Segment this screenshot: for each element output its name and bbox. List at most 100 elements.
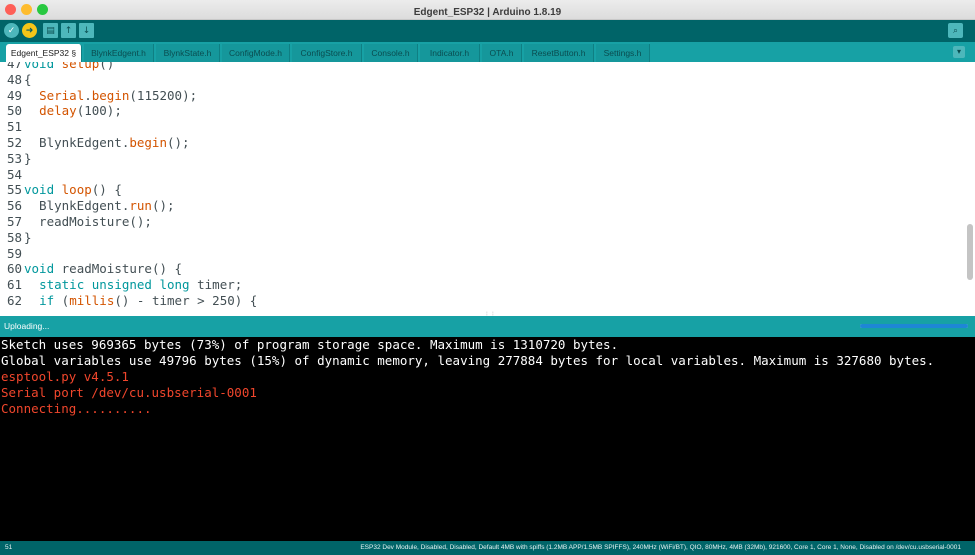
code-line[interactable]: 61 static unsigned long timer;: [0, 277, 960, 293]
verify-button[interactable]: ✓: [4, 23, 19, 38]
line-number: 53: [6, 150, 22, 166]
tab-resetbutton[interactable]: ResetButton.h: [524, 44, 594, 62]
code-token: () - timer > 250) {: [114, 292, 258, 308]
code-token: {: [24, 71, 32, 87]
status-bar: Uploading...: [0, 316, 975, 337]
cursor-line-number: 51: [5, 544, 13, 551]
line-number: 58: [6, 229, 22, 245]
new-sketch-button[interactable]: ▤: [43, 23, 58, 38]
code-line[interactable]: 49 Serial.begin(115200);: [0, 88, 960, 104]
line-number: 61: [6, 277, 22, 293]
window-titlebar: Edgent_ESP32 | Arduino 1.8.19: [0, 0, 975, 20]
code-line[interactable]: 52 BlynkEdgent.begin();: [0, 135, 960, 151]
minimize-window-button[interactable]: [21, 4, 32, 15]
editor-scrollbar-thumb[interactable]: [967, 224, 973, 280]
code-token: BlynkEdgent.: [24, 198, 130, 214]
code-line[interactable]: 59: [0, 246, 960, 262]
code-token: unsigned: [91, 277, 160, 293]
code-token: run: [129, 198, 152, 214]
code-line[interactable]: 47 void setup(): [0, 62, 960, 72]
window-title: Edgent_ESP32 | Arduino 1.8.19: [413, 7, 562, 18]
code-token: millis: [69, 292, 115, 308]
new-file-icon: ▤: [46, 25, 55, 36]
code-token: long: [159, 277, 198, 293]
console-output[interactable]: Sketch uses 969365 bytes (73%) of progra…: [0, 337, 975, 541]
open-sketch-button[interactable]: ↑: [61, 23, 76, 38]
line-number: 52: [6, 134, 22, 150]
line-number: 54: [6, 166, 22, 182]
close-window-button[interactable]: [5, 4, 16, 15]
toolbar: ✓ ➜ ▤ ↑ ↓ ⌕: [0, 20, 975, 42]
code-token: () {: [91, 182, 122, 198]
tab-configstore[interactable]: ConfigStore.h: [292, 44, 362, 62]
code-token: begin: [91, 87, 130, 103]
code-token: static: [39, 277, 92, 293]
console-line: Serial port /dev/cu.usbserial-0001: [1, 385, 257, 400]
line-number: 56: [6, 198, 22, 214]
code-line[interactable]: 57 readMoisture();: [0, 214, 960, 230]
code-token: }: [24, 150, 32, 166]
code-token: if: [39, 292, 55, 308]
code-token: void: [24, 62, 62, 71]
board-config: ESP32 Dev Module, Disabled, Disabled, De…: [360, 544, 961, 551]
tab-ota[interactable]: OTA.h: [482, 44, 522, 62]
tab-settings[interactable]: Settings.h: [596, 44, 650, 62]
code-token: (: [54, 292, 70, 308]
checkmark-icon: ✓: [7, 25, 16, 36]
line-number: 59: [6, 245, 22, 261]
tab-blynkedgent[interactable]: BlynkEdgent.h: [84, 44, 154, 62]
code-token: begin: [129, 134, 167, 150]
line-number: 51: [6, 119, 22, 135]
console-line: Connecting..........: [1, 401, 152, 416]
arrow-down-icon: ↓: [82, 25, 91, 36]
code-line[interactable]: 50 delay(100);: [0, 103, 960, 119]
code-lines: 47 void setup() 48{49 Serial.begin(115200)…: [0, 62, 960, 309]
arrow-right-icon: ➜: [25, 25, 34, 36]
tab-edgent-esp32[interactable]: Edgent_ESP32 §: [6, 44, 82, 62]
line-number: 47: [6, 62, 22, 71]
code-line[interactable]: 55 void loop() {: [0, 182, 960, 198]
code-token: (115200);: [129, 87, 198, 103]
code-editor[interactable]: 47 void setup() 48{49 Serial.begin(115200)…: [0, 62, 975, 316]
file-tabs: Edgent_ESP32 § BlynkEdgent.h BlynkState.…: [0, 42, 975, 62]
tab-configmode[interactable]: ConfigMode.h: [222, 44, 290, 62]
code-token: void: [24, 182, 62, 198]
tab-menu-button[interactable]: ▾: [953, 46, 965, 58]
code-line[interactable]: 58}: [0, 230, 960, 246]
code-token: void: [24, 261, 62, 277]
code-token: (): [99, 62, 115, 71]
tab-console[interactable]: Console.h: [364, 44, 418, 62]
line-number: 49: [6, 87, 22, 103]
code-line[interactable]: 62 if (millis() - timer > 250) {: [0, 293, 960, 309]
code-line[interactable]: 54: [0, 167, 960, 183]
line-number: 50: [6, 103, 22, 119]
code-token: ();: [167, 134, 190, 150]
upload-button[interactable]: ➜: [22, 23, 37, 38]
code-line[interactable]: 53}: [0, 151, 960, 167]
code-token: BlynkEdgent.: [24, 134, 130, 150]
code-token: }: [24, 229, 32, 245]
code-token: delay: [39, 103, 77, 119]
serial-monitor-button[interactable]: ⌕: [948, 23, 963, 38]
code-line[interactable]: 51: [0, 119, 960, 135]
line-number: 57: [6, 213, 22, 229]
code-line[interactable]: 60 void readMoisture() {: [0, 261, 960, 277]
code-line[interactable]: 48{: [0, 72, 960, 88]
console-line: esptool.py v4.5.1: [1, 369, 129, 384]
zoom-window-button[interactable]: [37, 4, 48, 15]
console-line: Sketch uses 969365 bytes (73%) of progra…: [1, 337, 619, 352]
tab-blynkstate[interactable]: BlynkState.h: [156, 44, 220, 62]
arrow-up-icon: ↑: [64, 25, 73, 36]
code-token: readMoisture();: [24, 213, 152, 229]
code-token: setup: [61, 62, 100, 71]
code-line[interactable]: 56 BlynkEdgent.run();: [0, 198, 960, 214]
tab-indicator[interactable]: Indicator.h: [420, 44, 480, 62]
save-sketch-button[interactable]: ↓: [79, 23, 94, 38]
upload-progress-fill: [860, 324, 968, 328]
line-number: 62: [6, 292, 22, 308]
code-token: timer;: [197, 277, 243, 293]
line-number: 48: [6, 71, 22, 87]
code-token: .: [84, 87, 92, 103]
